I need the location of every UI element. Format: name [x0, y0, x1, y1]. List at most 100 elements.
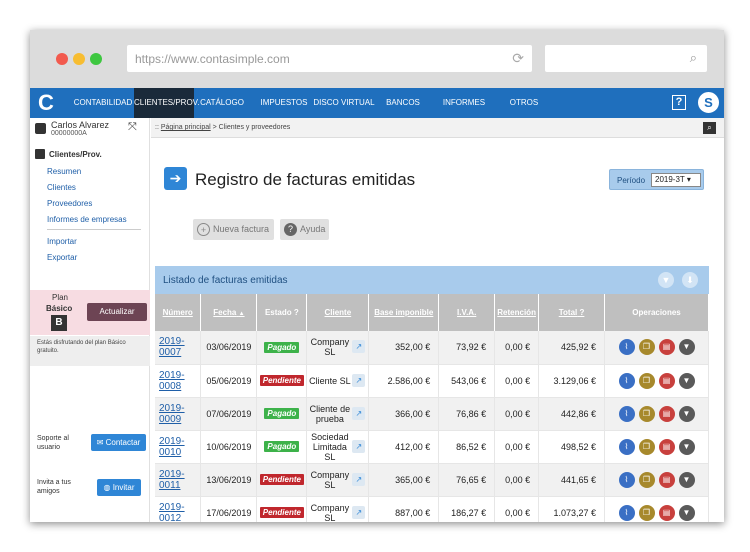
invite-button[interactable]: ◍ Invitar	[97, 479, 141, 496]
period-select[interactable]: 2019-3T ▾	[651, 173, 701, 187]
help-button[interactable]: ? Ayuda	[280, 219, 329, 240]
col-iva[interactable]: I.V.A.	[438, 294, 496, 331]
sidebar-item-resumen[interactable]: Resumen	[47, 167, 81, 176]
help-icon[interactable]: ?	[672, 95, 686, 110]
pdf-icon[interactable]: ▤	[658, 339, 675, 356]
chevron-down-icon[interactable]: ▼	[678, 504, 695, 521]
col-total[interactable]: Total ?	[538, 294, 606, 331]
pdf-icon[interactable]: ▤	[658, 438, 675, 455]
chevron-down-icon[interactable]: ▼	[678, 372, 695, 389]
attach-icon[interactable]: ⌇	[618, 504, 635, 521]
question-icon: ?	[284, 223, 297, 236]
app-logo[interactable]: C	[38, 91, 62, 115]
invoice-number-link[interactable]: 2019-0010	[159, 436, 185, 458]
copy-icon[interactable]: ❐	[638, 339, 655, 356]
copy-icon[interactable]: ❐	[638, 405, 655, 422]
retention-amount: 0,00 €	[494, 496, 540, 522]
invoice-number-link[interactable]: 2019-0009	[159, 403, 185, 425]
sidebar-item-informes-empresas[interactable]: Informes de empresas	[47, 215, 127, 224]
total-amount: 3.129,06 €	[538, 364, 606, 398]
minimize-window-dot[interactable]	[73, 53, 85, 65]
trend-icon[interactable]: ↗	[352, 406, 366, 420]
nav-informes[interactable]: INFORMES	[434, 88, 494, 118]
chevron-down-icon[interactable]: ▼	[678, 405, 695, 422]
base-amount: 2.586,00 €	[368, 364, 440, 398]
attach-icon[interactable]: ⌇	[618, 339, 635, 356]
breadcrumb-home[interactable]: Página principal	[161, 124, 211, 131]
new-invoice-button[interactable]: + Nueva factura	[193, 219, 274, 240]
reload-icon[interactable]: ⟳	[512, 50, 524, 67]
pdf-icon[interactable]: ▤	[658, 405, 675, 422]
pdf-icon[interactable]: ▤	[658, 504, 675, 521]
trend-icon[interactable]: ↗	[352, 340, 366, 354]
search-icon[interactable]: ⌕	[703, 122, 716, 134]
contact-button[interactable]: ✉ Contactar	[91, 434, 146, 451]
attach-icon[interactable]: ⌇	[618, 471, 635, 488]
operations-cell: ⌇ ❐ ▤ ▼	[604, 463, 709, 497]
sidebar-item-importar[interactable]: Importar	[47, 237, 77, 246]
sidebar-item-clientes[interactable]: Clientes	[47, 183, 76, 192]
attach-icon[interactable]: ⌇	[618, 405, 635, 422]
filter-icon[interactable]: ▼	[658, 272, 674, 288]
col-fecha[interactable]: Fecha ▲	[200, 294, 258, 331]
col-operaciones: Operaciones	[604, 294, 709, 331]
attach-icon[interactable]: ⌇	[618, 438, 635, 455]
pdf-icon[interactable]: ▤	[658, 372, 675, 389]
invoice-number-link[interactable]: 2019-0011	[159, 469, 185, 491]
chevron-down-icon[interactable]: ▼	[678, 438, 695, 455]
invoice-date: 17/06/2019	[200, 496, 258, 522]
status-badge: Pagado	[264, 441, 300, 452]
upgrade-button[interactable]: Actualizar	[87, 303, 147, 321]
invoice-number-link[interactable]: 2019-0008	[159, 370, 185, 392]
client-name: Cliente de prueba	[309, 403, 351, 424]
status-cell: Pagado	[256, 397, 308, 431]
sidebar-item-proveedores[interactable]: Proveedores	[47, 199, 92, 208]
close-window-dot[interactable]	[56, 53, 68, 65]
switch-user-icon[interactable]: ⤧	[128, 121, 137, 134]
nav-clientes-prov[interactable]: CLIENTES/PROV.	[134, 88, 200, 118]
breadcrumb-prefix: ::	[155, 124, 159, 131]
status-cell: Pagado	[256, 430, 308, 464]
col-base[interactable]: Base imponible	[368, 294, 440, 331]
col-retencion[interactable]: Retención	[494, 294, 540, 331]
sidebar-item-exportar[interactable]: Exportar	[47, 253, 77, 262]
user-name: Carlos Alvarez	[51, 120, 110, 130]
invoice-number-link[interactable]: 2019-0012	[159, 502, 185, 523]
chevron-down-icon[interactable]: ▼	[678, 471, 695, 488]
invoice-number-link[interactable]: 2019-0007	[159, 336, 185, 358]
pdf-icon[interactable]: ▤	[658, 471, 675, 488]
copy-icon[interactable]: ❐	[638, 471, 655, 488]
page-title: Registro de facturas emitidas	[195, 170, 416, 189]
nav-impuestos[interactable]: IMPUESTOS	[250, 88, 318, 118]
copy-icon[interactable]: ❐	[638, 504, 655, 521]
col-cliente[interactable]: Cliente	[306, 294, 370, 331]
download-icon[interactable]: ⬇	[682, 272, 698, 288]
iva-amount: 186,27 €	[438, 496, 496, 522]
user-avatar[interactable]: S	[697, 91, 720, 114]
trend-icon[interactable]: ↗	[352, 439, 366, 453]
copy-icon[interactable]: ❐	[638, 372, 655, 389]
nav-contabilidad[interactable]: CONTABILIDAD	[72, 88, 134, 118]
chevron-down-icon[interactable]: ▼	[678, 339, 695, 356]
col-estado[interactable]: Estado ?	[256, 294, 308, 331]
total-amount: 442,86 €	[538, 397, 606, 431]
nav-catalogo[interactable]: CATÁLOGO	[194, 88, 250, 118]
trend-icon[interactable]: ↗	[352, 472, 366, 486]
attach-icon[interactable]: ⌇	[618, 372, 635, 389]
browser-search-input[interactable]: ⌕	[545, 45, 707, 72]
nav-bancos[interactable]: BANCOS	[376, 88, 430, 118]
nav-otros[interactable]: OTROS	[496, 88, 552, 118]
trend-icon[interactable]: ↗	[352, 505, 366, 519]
nav-disco-virtual[interactable]: DISCO VIRTUAL	[313, 88, 375, 118]
col-numero[interactable]: Número	[155, 294, 202, 331]
address-url: https://www.contasimple.com	[135, 52, 290, 66]
status-cell: Pagado	[256, 331, 308, 365]
invoice-number-cell: 2019-0010	[155, 430, 202, 464]
copy-icon[interactable]: ❐	[638, 438, 655, 455]
iva-amount: 73,92 €	[438, 331, 496, 365]
retention-amount: 0,00 €	[494, 331, 540, 365]
contacts-icon	[35, 149, 45, 159]
maximize-window-dot[interactable]	[90, 53, 102, 65]
trend-icon[interactable]: ↗	[352, 373, 366, 387]
address-bar[interactable]: https://www.contasimple.com ⟳	[127, 45, 532, 72]
